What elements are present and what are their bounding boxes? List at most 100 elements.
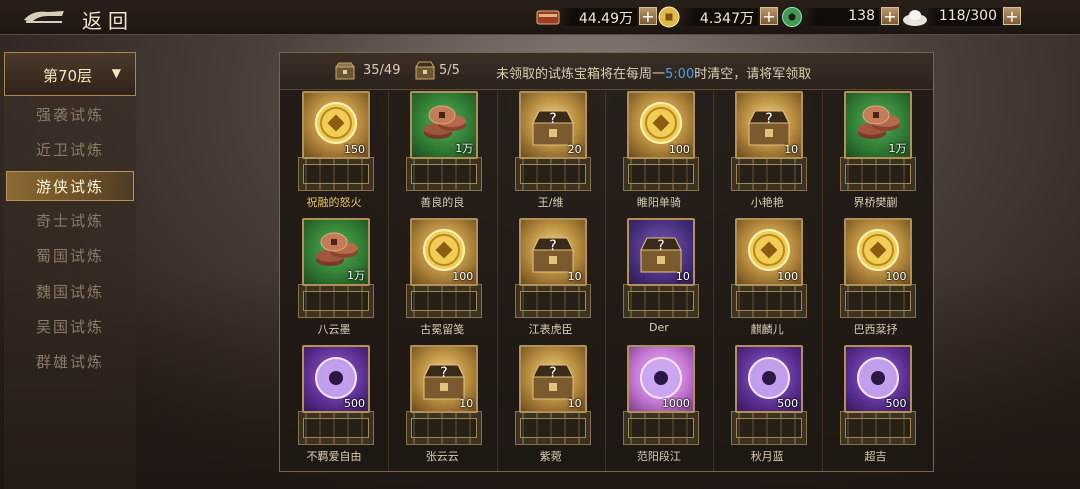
reward-cell[interactable]: 100 麒麟儿 — [713, 218, 821, 343]
reward-item-frame[interactable]: ? 10 — [410, 345, 479, 413]
reward-player-name: 祝融的怒火 — [306, 196, 362, 209]
resource-gold-value: 4.347万 — [699, 11, 754, 27]
svg-text:?: ? — [765, 111, 772, 127]
reward-cell[interactable]: 150 祝融的怒火 — [280, 91, 388, 216]
reward-item-frame[interactable]: ? 10 — [518, 345, 587, 413]
reward-count: 100 — [885, 270, 907, 283]
reward-player-name: 王/维 — [537, 196, 564, 209]
reward-count: 500 — [885, 397, 907, 410]
sidebar-item-trial-7[interactable]: 群雄试炼 — [4, 347, 136, 377]
reset-notice: 未领取的试炼宝箱将在每周一5:00时清空，请将军领取 — [496, 63, 811, 82]
chest-open-icon — [414, 61, 436, 81]
reward-count: 20 — [567, 143, 582, 156]
sidebar-item-trial-4[interactable]: 蜀国试炼 — [4, 241, 136, 271]
reward-item-frame[interactable]: ? 20 — [518, 91, 587, 159]
reward-pedestal — [839, 284, 916, 318]
reward-cell[interactable]: ? 10 Der — [605, 218, 713, 343]
reward-pedestal — [839, 411, 916, 445]
reward-pedestal — [514, 411, 591, 445]
reward-item-frame[interactable]: 1万 — [302, 218, 370, 286]
gold-coin-icon — [658, 6, 684, 28]
top-bar: 返回 44.49万 + 4.347万 + 138 + 118/300 + — [0, 0, 1080, 35]
sidebar-item-trial-0[interactable]: 强袭试炼 — [4, 100, 136, 130]
add-jade-button[interactable]: + — [881, 7, 899, 25]
reward-player-name: 小艳艳 — [750, 196, 784, 209]
reward-item-frame[interactable]: 100 — [410, 218, 479, 286]
chevron-down-icon: ▼ — [111, 66, 121, 80]
svg-text:?: ? — [549, 238, 556, 254]
reward-item-frame[interactable]: 100 — [626, 91, 695, 159]
reward-cell[interactable]: 100 巴西棻抒 — [822, 218, 930, 343]
reward-cell[interactable]: 1万八云墨 — [280, 218, 388, 343]
back-button[interactable]: 返回 — [18, 3, 148, 33]
panel-header: 35/49 5/5 未领取的试炼宝箱将在每周一5:00时清空，请将军领取 — [280, 53, 933, 90]
reward-count: 1万 — [347, 269, 365, 282]
reward-cell[interactable]: 1万界桥樊蒯 — [822, 91, 930, 216]
reward-item-frame[interactable]: 1万 — [410, 91, 479, 159]
floor-label: 第70层 — [43, 67, 93, 85]
resource-gold: 4.347万 + — [658, 6, 778, 28]
reward-count: 10 — [784, 143, 799, 156]
reward-panel: 35/49 5/5 未领取的试炼宝箱将在每周一5:00时清空，请将军领取 150… — [279, 52, 934, 472]
reward-player-name: 巴西棻抒 — [853, 323, 898, 336]
reward-pedestal — [622, 284, 699, 318]
reward-cell[interactable]: 500 不羁爱自由 — [280, 345, 388, 470]
reward-count: 10 — [675, 270, 690, 283]
reward-count: 100 — [777, 270, 799, 283]
reward-cell[interactable]: 1万 善良的良 — [388, 91, 496, 216]
reward-cell[interactable]: 500 秋月蓝 — [713, 345, 821, 470]
reward-pedestal — [406, 411, 483, 445]
reward-count: 1万 — [888, 142, 907, 155]
chest-icon — [334, 61, 356, 81]
reward-cell[interactable]: 100 睢阳单骑 — [605, 91, 713, 216]
reward-item-frame[interactable]: 150 — [302, 91, 370, 159]
reward-item-frame[interactable]: 500 — [302, 345, 370, 413]
resource-silver-value: 118/300 — [938, 8, 997, 24]
reward-cell[interactable]: 500 超吉 — [822, 345, 930, 470]
reward-cell[interactable]: 1000 范阳段江 — [605, 345, 713, 470]
reward-player-name: 秋月蓝 — [750, 450, 784, 463]
svg-text:?: ? — [549, 111, 556, 127]
reward-item-frame[interactable]: 100 — [843, 218, 912, 286]
reward-item-frame[interactable]: ? 10 — [518, 218, 587, 286]
reward-cell[interactable]: 100 古冕留笺 — [388, 218, 496, 343]
reward-player-name: 八云墨 — [317, 323, 351, 336]
reward-pedestal — [514, 157, 591, 191]
reward-item-frame[interactable]: 1万 — [843, 91, 912, 159]
floor-selector[interactable]: 第70层 ▼ — [4, 52, 136, 96]
resource-jade-value: 138 — [848, 8, 875, 24]
reward-count: 100 — [452, 270, 474, 283]
reward-player-name: 古冕留笺 — [420, 323, 465, 336]
reward-item-frame[interactable]: 500 — [735, 345, 804, 413]
reward-cell[interactable]: ? 20 王/维 — [497, 91, 605, 216]
reward-cell[interactable]: ? 10 紫菀 — [497, 345, 605, 470]
reward-cell[interactable]: ? 10 江表虎臣 — [497, 218, 605, 343]
sidebar-item-trial-5[interactable]: 魏国试炼 — [4, 277, 136, 307]
reward-player-name: 界桥樊蒯 — [853, 196, 898, 209]
reward-player-name: 紫菀 — [539, 450, 562, 463]
reward-pedestal — [731, 284, 808, 318]
reward-item-frame[interactable]: 1000 — [626, 345, 695, 413]
reward-item-frame[interactable]: 100 — [735, 218, 804, 286]
add-silver-button[interactable]: + — [1003, 7, 1021, 25]
reward-item-frame[interactable]: ? 10 — [735, 91, 804, 159]
reward-player-name: 睢阳单骑 — [636, 196, 681, 209]
reward-item-frame[interactable]: 500 — [843, 345, 912, 413]
reward-cell[interactable]: ? 10 张云云 — [388, 345, 496, 470]
back-arrow-icon — [22, 8, 66, 30]
resource-treasure-value: 44.49万 — [578, 11, 633, 27]
reward-player-name: 张云云 — [425, 450, 459, 463]
svg-text:?: ? — [441, 365, 448, 381]
reward-pedestal — [731, 157, 808, 191]
add-treasure-button[interactable]: + — [639, 7, 657, 25]
sidebar-item-trial-3[interactable]: 奇士试炼 — [4, 206, 136, 236]
reward-item-frame[interactable]: ? 10 — [626, 218, 695, 286]
sidebar-item-trial-1[interactable]: 近卫试炼 — [4, 135, 136, 165]
reward-cell[interactable]: ? 10 小艳艳 — [713, 91, 821, 216]
sidebar-item-trial-6[interactable]: 吴国试炼 — [4, 312, 136, 342]
add-gold-button[interactable]: + — [760, 7, 778, 25]
reward-pedestal — [298, 157, 374, 191]
sidebar-item-trial-2[interactable]: 游侠试炼 — [6, 170, 134, 201]
reward-count: 1000 — [661, 397, 690, 410]
reward-player-name: 不羁爱自由 — [306, 450, 362, 463]
